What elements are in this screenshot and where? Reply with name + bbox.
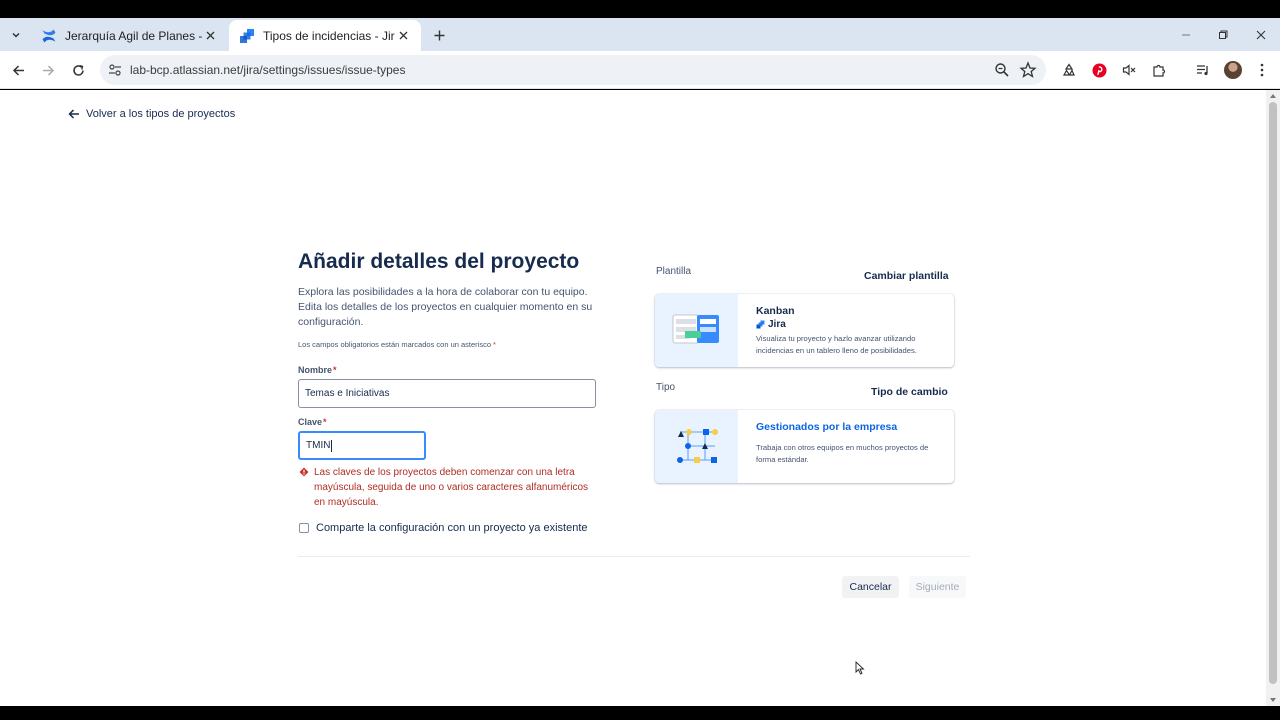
type-section-label: Tipo <box>656 382 676 393</box>
profile-avatar[interactable] <box>1224 61 1242 79</box>
share-config-row[interactable]: Comparte la configuración con un proyect… <box>299 522 588 534</box>
required-fields-note: Los campos obligatorios están marcados c… <box>298 340 496 349</box>
zoom-icon[interactable] <box>993 61 1011 79</box>
new-tab-plus-icon[interactable] <box>429 25 449 45</box>
name-field-label: Nombre* <box>298 365 337 375</box>
template-product-name: Jira <box>768 319 786 330</box>
close-tab-icon[interactable] <box>202 28 218 44</box>
jira-icon <box>756 320 765 329</box>
recycle-extension-icon[interactable] <box>1059 60 1079 80</box>
browser-tab-jira[interactable]: Tipos de incidencias - Jira <box>229 20 421 51</box>
required-marker: * <box>493 340 496 349</box>
cancel-button[interactable]: Cancelar <box>842 576 899 598</box>
extensions-puzzle-icon[interactable] <box>1149 60 1169 80</box>
template-title: Kanban <box>756 305 795 317</box>
minimize-window-icon[interactable] <box>1177 26 1195 44</box>
text-caret <box>331 439 333 452</box>
project-name-value: Temas e Iniciativas <box>305 388 390 399</box>
next-button[interactable]: Siguiente <box>909 576 966 598</box>
bookmark-star-icon[interactable] <box>1019 61 1037 79</box>
required-marker: * <box>333 365 337 375</box>
company-managed-illustration <box>655 410 738 483</box>
browser-tab-strip: Jerarquía Agil de Planes - Ivan Fer Tipo… <box>0 18 1280 51</box>
jira-icon <box>240 28 254 43</box>
required-marker: * <box>323 417 327 427</box>
address-bar[interactable]: lab-bcp.atlassian.net/jira/settings/issu… <box>100 55 1046 85</box>
close-tab-icon[interactable] <box>395 28 411 44</box>
browser-menu-kebab-icon[interactable] <box>1252 60 1272 80</box>
kanban-board-illustration <box>655 294 738 367</box>
change-type-button[interactable]: Tipo de cambio <box>871 386 948 398</box>
forward-arrow-icon[interactable] <box>38 60 58 80</box>
page-description: Explora las posibilidades a la hora de c… <box>298 286 593 328</box>
scroll-up-arrow-icon[interactable] <box>1269 92 1277 100</box>
back-link-label: Volver a los tipos de proyectos <box>86 108 236 120</box>
page-content: Volver a los tipos de proyectos Añadir d… <box>0 90 1266 706</box>
site-settings-icon[interactable] <box>108 63 122 77</box>
key-error-text: Las claves de los proyectos deben comenz… <box>314 467 589 508</box>
browser-tab-confluence[interactable]: Jerarquía Agil de Planes - Ivan Fer <box>31 20 228 51</box>
browser-toolbar: lab-bcp.atlassian.net/jira/settings/issu… <box>0 51 1280 89</box>
mouse-cursor-icon <box>855 661 865 675</box>
template-section-label: Plantilla <box>656 266 692 277</box>
back-arrow-icon[interactable] <box>8 60 28 80</box>
change-template-button[interactable]: Cambiar plantilla <box>864 270 949 282</box>
project-name-input[interactable]: Temas e Iniciativas <box>298 379 596 408</box>
os-top-bar <box>0 0 1280 18</box>
page-scrollbar[interactable] <box>1266 90 1280 706</box>
template-product: Jira <box>756 319 786 330</box>
close-window-icon[interactable] <box>1252 26 1270 44</box>
url-text: lab-bcp.atlassian.net/jira/settings/issu… <box>130 63 406 77</box>
back-to-project-types-link[interactable]: Volver a los tipos de proyectos <box>68 108 235 120</box>
tab-title: Tipos de incidencias - Jira <box>263 28 395 43</box>
key-error-message: Las claves de los proyectos deben comenz… <box>299 465 599 510</box>
template-description: Visualiza tu proyecto y hazlo avanzar ut… <box>756 334 917 355</box>
confluence-icon <box>42 29 56 42</box>
scrollbar-thumb[interactable] <box>1269 102 1277 684</box>
project-key-value: TMIN <box>306 440 331 451</box>
share-config-label: Comparte la configuración con un proyect… <box>316 522 588 534</box>
pinterest-icon[interactable] <box>1089 60 1109 80</box>
error-diamond-icon <box>299 467 309 477</box>
template-card[interactable]: Kanban Jira Visualiza tu proyecto y hazl… <box>655 294 954 367</box>
type-title: Gestionados por la empresa <box>756 421 898 433</box>
reload-icon[interactable] <box>68 60 88 80</box>
project-key-input[interactable]: TMIN <box>298 431 426 460</box>
page-title: Añadir detalles del proyecto <box>298 250 580 273</box>
key-label-text: Clave <box>298 417 323 427</box>
footer-divider <box>298 556 970 557</box>
mute-tab-icon[interactable] <box>1119 60 1139 80</box>
tab-search-chevron-icon[interactable] <box>7 26 25 44</box>
name-label-text: Nombre <box>298 365 333 375</box>
share-config-checkbox[interactable] <box>299 523 309 533</box>
tab-title: Jerarquía Agil de Planes - Ivan Fer <box>65 28 202 43</box>
key-field-label: Clave* <box>298 417 327 427</box>
os-bottom-bar <box>0 706 1280 720</box>
restore-window-icon[interactable] <box>1214 26 1232 44</box>
media-control-icon[interactable] <box>1193 60 1213 80</box>
type-description: Trabaja con otros equipos en muchos proy… <box>756 443 929 464</box>
required-note-text: Los campos obligatorios están marcados c… <box>298 340 492 349</box>
arrow-left-icon <box>68 109 79 119</box>
type-card[interactable]: Gestionados por la empresa Trabaja con o… <box>655 410 954 483</box>
scroll-down-arrow-icon[interactable] <box>1269 696 1277 704</box>
